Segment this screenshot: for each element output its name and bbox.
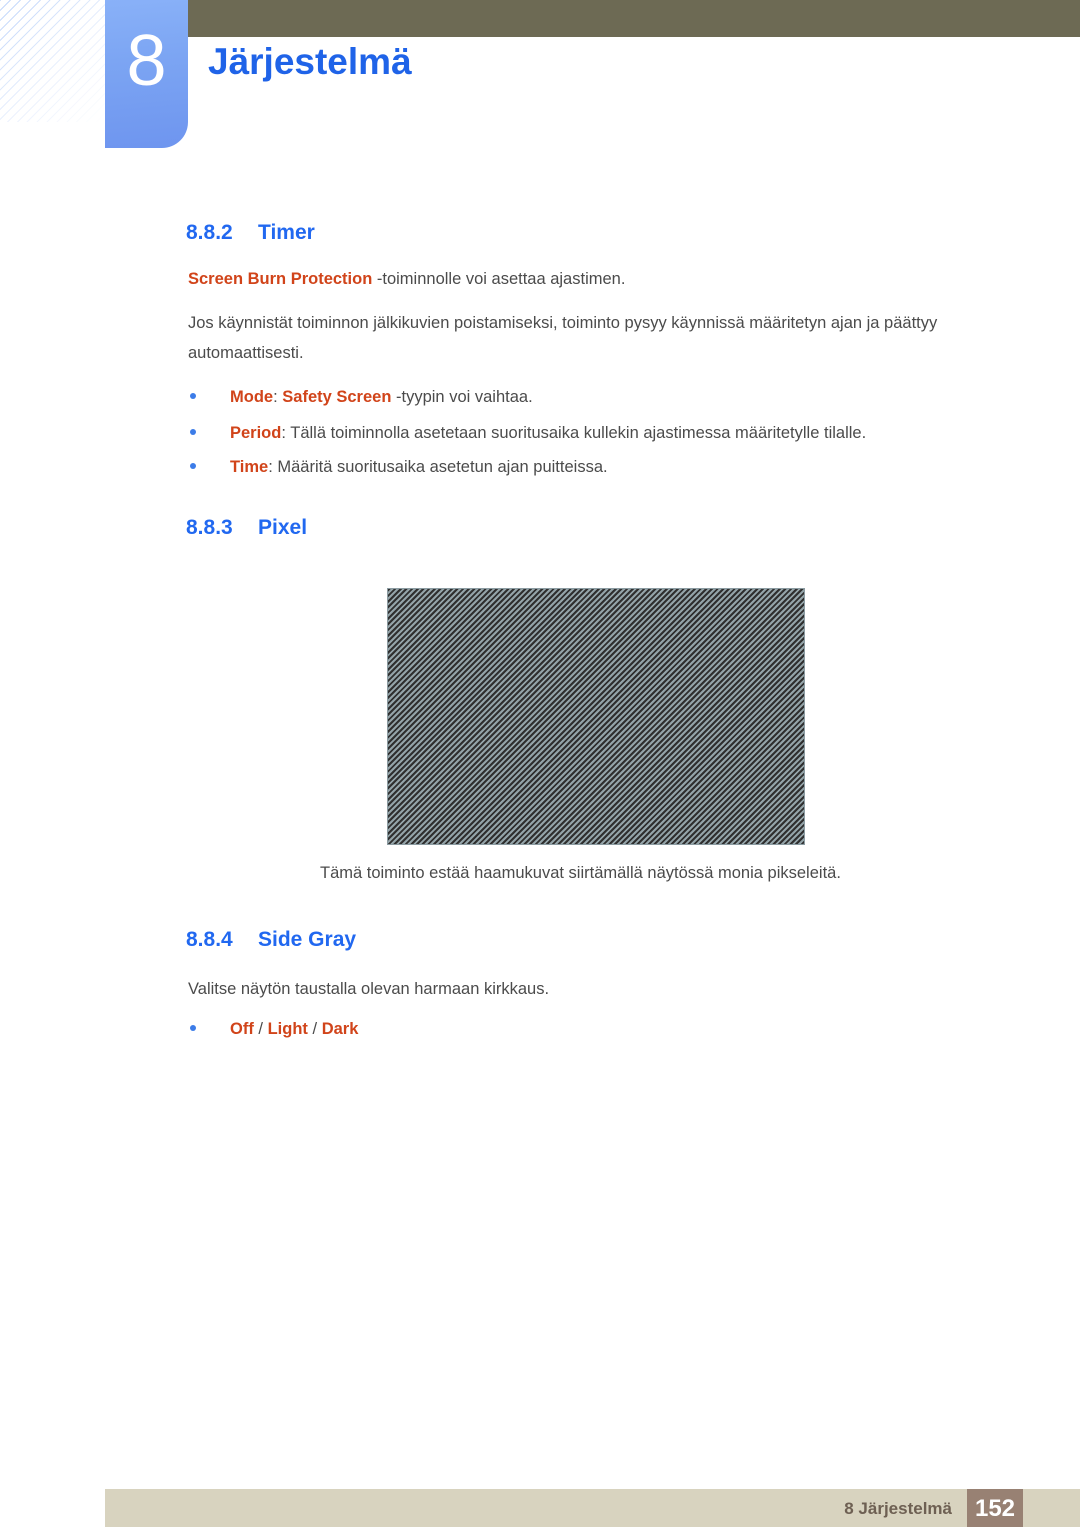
option-separator: / bbox=[307, 1020, 322, 1038]
page-number-badge: 152 bbox=[967, 1489, 1023, 1527]
bullet-separator: : bbox=[273, 388, 283, 406]
bullet-term: Time bbox=[230, 458, 269, 476]
option-separator: / bbox=[253, 1020, 268, 1038]
heading-timer: 8.8.2 Timer bbox=[186, 220, 315, 246]
page-number: 152 bbox=[974, 1495, 1016, 1522]
option-off: Off bbox=[230, 1020, 254, 1038]
bullet-text: -tyypin voi vaihtaa. bbox=[391, 388, 533, 406]
list-item: Off / Light / Dark bbox=[190, 1017, 358, 1041]
list-item: Period: Tällä toiminnolla asetetaan suor… bbox=[190, 421, 866, 445]
diagonal-hatch-pattern-image bbox=[387, 588, 805, 845]
header-accent-bar bbox=[188, 0, 1080, 37]
bullet-term-secondary: Safety Screen bbox=[282, 388, 392, 406]
option-light: Light bbox=[267, 1020, 308, 1038]
bullet-text: Tällä toiminnolla asetetaan suoritusaika… bbox=[290, 424, 867, 442]
list-item: Mode: Safety Screen -tyypin voi vaihtaa. bbox=[190, 385, 533, 409]
timer-body-line-1: Jos käynnistät toiminnon jälkikuvien poi… bbox=[188, 314, 938, 332]
heading-pixel-number: 8.8.3 bbox=[186, 516, 233, 539]
heading-timer-title: Timer bbox=[258, 221, 315, 244]
option-dark: Dark bbox=[321, 1020, 359, 1038]
footer-chapter-label: 8 Järjestelmä bbox=[844, 1499, 952, 1518]
bullet-separator: : bbox=[268, 458, 278, 476]
timer-intro: Screen Burn Protection -toiminnolle voi … bbox=[188, 264, 625, 294]
bullet-text: Määritä suoritusaika asetetun ajan puitt… bbox=[277, 458, 608, 476]
corner-hatch-decoration bbox=[0, 0, 106, 122]
heading-side-gray: 8.8.4 Side Gray bbox=[186, 927, 356, 953]
heading-side-gray-title: Side Gray bbox=[258, 928, 357, 951]
heading-pixel: 8.8.3 Pixel bbox=[186, 515, 307, 541]
bullet-separator: : bbox=[281, 424, 291, 442]
chapter-number-badge: 8 bbox=[105, 0, 188, 148]
pixel-caption: Tämä toiminto estää haamukuvat siirtämäl… bbox=[320, 864, 841, 882]
bullet-icon bbox=[190, 429, 196, 435]
bullet-icon bbox=[190, 1025, 196, 1031]
bullet-term: Mode bbox=[230, 388, 274, 406]
bullet-icon bbox=[190, 393, 196, 399]
bullet-term: Period bbox=[230, 424, 282, 442]
page-title: Järjestelmä bbox=[208, 41, 412, 82]
side-gray-body: Valitse näytön taustalla olevan harmaan … bbox=[188, 980, 550, 998]
heading-timer-number: 8.8.2 bbox=[186, 221, 233, 244]
timer-body-line-2: automaattisesti. bbox=[188, 344, 304, 362]
page-footer: 8 Järjestelmä 152 bbox=[105, 1489, 1080, 1527]
heading-pixel-title: Pixel bbox=[258, 516, 308, 539]
chapter-number: 8 bbox=[126, 21, 167, 101]
list-item: Time: Määritä suoritusaika asetetun ajan… bbox=[190, 455, 608, 479]
bullet-icon bbox=[190, 463, 196, 469]
timer-intro-keyword: Screen Burn Protection bbox=[188, 270, 373, 288]
page-header: 8 Järjestelmä bbox=[0, 0, 1080, 160]
heading-side-gray-number: 8.8.4 bbox=[186, 928, 233, 951]
timer-intro-rest: -toiminnolle voi asettaa ajastimen. bbox=[372, 270, 626, 288]
